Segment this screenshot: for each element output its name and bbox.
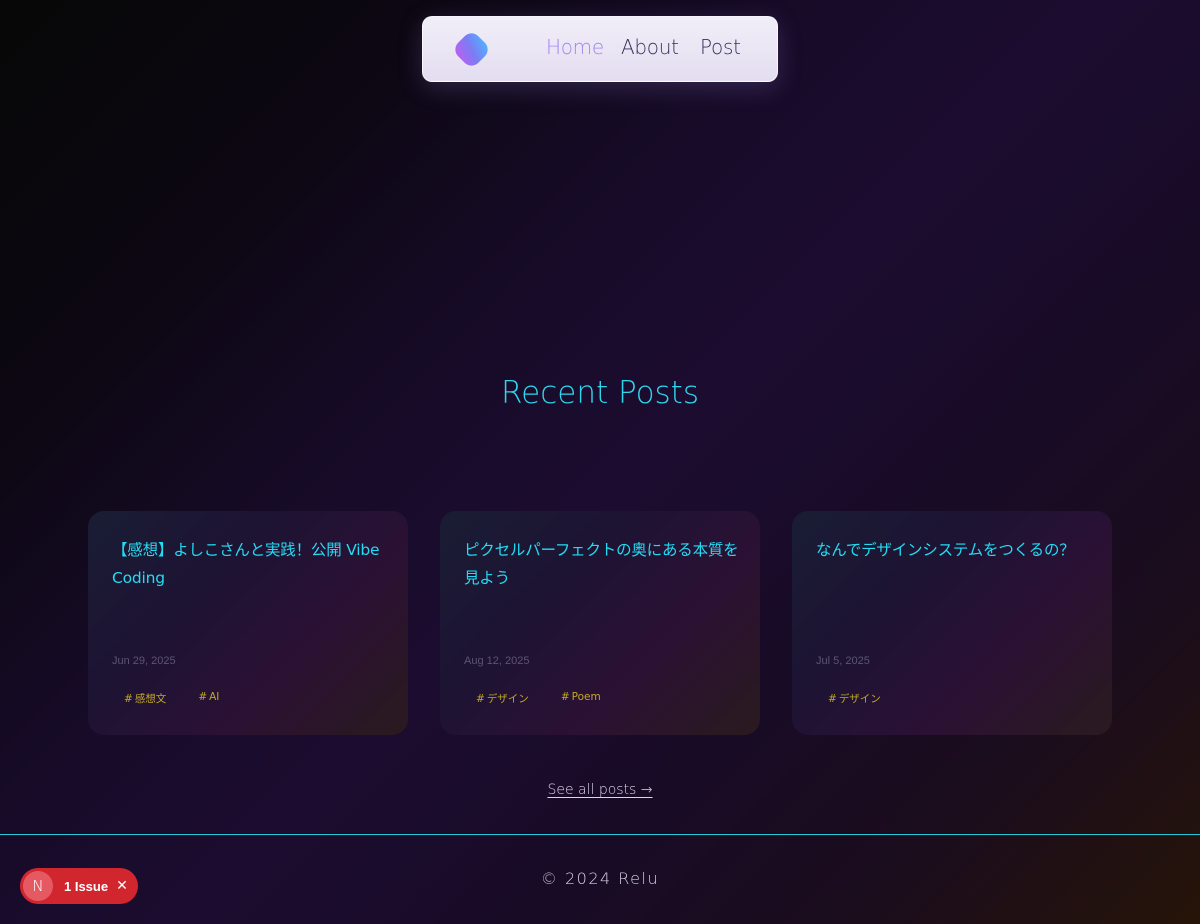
- tag-label: デザイン: [486, 693, 529, 705]
- tag-chip[interactable]: # デザイン: [816, 689, 893, 708]
- post-card[interactable]: 【感想】よしこさんと実践！公開 Vibe Coding Jun 29, 2025…: [88, 511, 408, 735]
- post-card[interactable]: ピクセルパーフェクトの奥にある本質を見よう Aug 12, 2025 # デザイン…: [440, 511, 760, 735]
- see-all-posts-link[interactable]: See all posts →: [547, 782, 652, 798]
- hash-icon: #: [476, 693, 485, 705]
- see-all-posts-container: See all posts →: [0, 782, 1200, 798]
- top-navbar: Home About Post: [422, 16, 778, 82]
- hash-icon: #: [124, 693, 133, 705]
- tag-chip[interactable]: # 感想文: [112, 689, 178, 708]
- post-card-date: Jul 5, 2025: [816, 655, 870, 667]
- hash-icon: #: [198, 691, 208, 703]
- issue-count-label[interactable]: 1 Issue: [64, 879, 108, 894]
- post-card-tags: # デザイン: [816, 689, 893, 708]
- tag-label: AI: [209, 691, 220, 703]
- tag-chip[interactable]: # Poem: [549, 689, 613, 708]
- post-card-date: Aug 12, 2025: [464, 655, 530, 667]
- dev-issues-badge[interactable]: N 1 Issue ✕: [20, 868, 138, 904]
- hash-icon: #: [828, 693, 837, 705]
- post-card-title[interactable]: 【感想】よしこさんと実践！公開 Vibe Coding: [112, 536, 388, 592]
- post-card-date: Jun 29, 2025: [112, 655, 176, 667]
- tag-label: Poem: [571, 691, 601, 703]
- recent-posts-heading: Recent Posts: [500, 375, 699, 411]
- hash-icon: #: [560, 691, 570, 703]
- post-card-tags: # デザイン # Poem: [464, 689, 613, 708]
- post-card[interactable]: なんでデザインシステムをつくるの？ Jul 5, 2025 # デザイン: [792, 511, 1112, 735]
- post-card-title[interactable]: ピクセルパーフェクトの奥にある本質を見よう: [464, 536, 740, 592]
- footer-copyright: © 2024 Relu: [540, 869, 660, 888]
- nav-link-home[interactable]: Home: [546, 35, 604, 59]
- footer-divider: [0, 834, 1200, 835]
- nav-link-post[interactable]: Post: [700, 35, 741, 59]
- logo-icon[interactable]: [451, 29, 492, 70]
- post-card-tags: # 感想文 # AI: [112, 689, 231, 708]
- tag-label: デザイン: [838, 693, 881, 705]
- nextjs-logo-icon[interactable]: N: [23, 871, 53, 901]
- nav-link-about[interactable]: About: [621, 35, 679, 59]
- post-card-title[interactable]: なんでデザインシステムをつくるの？: [816, 536, 1092, 564]
- tag-chip[interactable]: # AI: [186, 689, 231, 708]
- close-icon[interactable]: ✕: [116, 878, 128, 894]
- tag-chip[interactable]: # デザイン: [464, 689, 541, 708]
- tag-label: 感想文: [134, 693, 167, 705]
